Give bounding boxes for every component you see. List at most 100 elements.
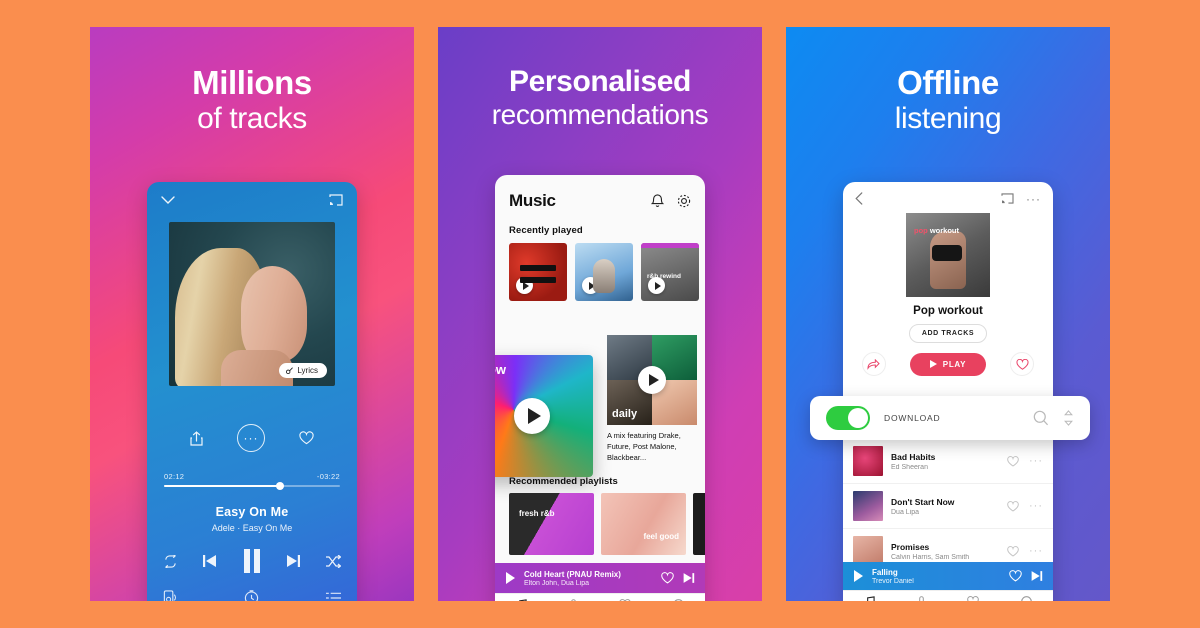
play-icon[interactable] [582,277,599,294]
play-icon[interactable] [505,572,516,584]
recently-played-tile-3[interactable]: r&b rewind [641,243,699,301]
mix-card-daily[interactable]: daily A mix featuring Drake, Future, Pos… [607,335,697,464]
heart-icon[interactable] [299,431,314,445]
section-recently-played: Recently played [509,225,583,236]
play-icon[interactable] [514,398,550,434]
search-icon[interactable] [1033,410,1049,426]
play-icon[interactable] [853,570,864,582]
add-tracks-button[interactable]: ADD TRACKS [908,324,988,343]
play-label: PLAY [942,359,967,369]
recently-played-row[interactable]: r&b rewind [495,243,705,301]
sort-updown-icon[interactable] [1063,410,1074,426]
playlist-fresh-rnb[interactable]: fresh r&b [509,492,594,555]
music-note-icon[interactable] [864,596,875,601]
playlist-dark[interactable] [693,492,705,555]
profile-circle-icon[interactable] [1021,596,1032,601]
transport-controls [147,549,357,573]
progress-slider[interactable] [164,482,340,490]
panel-1-headline: Millions of tracks [90,64,414,136]
heart-icon[interactable] [1007,545,1019,557]
progress-knob[interactable] [276,482,285,490]
speaker-icon[interactable] [163,590,177,601]
timer-icon[interactable] [244,590,259,601]
panel-offline-listening: Offline listening ··· pop workout Pop wo… [786,27,1110,601]
more-dots-icon[interactable]: ··· [1029,455,1043,467]
track-actions: ··· [1007,500,1043,512]
share-icon[interactable] [190,430,203,446]
play-icon [929,360,937,368]
home-header: Music [495,175,705,211]
heart-icon[interactable] [619,599,631,601]
track-artwork [853,446,883,476]
more-dots-icon[interactable]: ··· [1026,193,1041,205]
heart-icon[interactable] [1009,570,1022,582]
now-playing-artist: Elton John, Dua Lipa [524,579,589,587]
track-subtitle: Adele · Easy On Me [211,523,293,533]
panel-3-headline: Offline listening [786,64,1110,136]
heart-icon[interactable] [1007,500,1019,512]
profile-circle-icon[interactable] [673,599,684,601]
play-icon[interactable] [516,277,533,294]
flow-card[interactable]: flow [495,355,593,477]
bottom-tab-bar[interactable] [843,590,1053,601]
previous-icon[interactable] [202,554,218,568]
more-dots-icon[interactable]: ··· [1029,500,1043,512]
now-playing-title: Falling [872,567,898,577]
heart-icon[interactable] [661,572,674,584]
phone-mockup-playlist: ··· pop workout Pop workout ADD TRACKS P… [843,182,1053,601]
table-row[interactable]: Don't Start Now Dua Lipa ··· [843,484,1053,529]
bell-icon[interactable] [651,194,664,208]
recently-played-tile-1[interactable] [509,243,567,301]
page-title: Music [509,191,556,210]
lyrics-badge[interactable]: Lyrics [279,363,327,378]
recently-played-tile-2[interactable] [575,243,633,301]
player-action-row: ··· [147,424,357,452]
progress-section[interactable]: 02:12 -03:22 [164,472,340,490]
shuffle-icon[interactable] [325,554,341,568]
play-icon[interactable] [648,277,665,294]
now-playing-title: Cold Heart (PNAU Remix) [524,569,621,579]
bottom-tab-bar[interactable] [495,593,705,601]
repeat-icon[interactable] [163,554,178,568]
heart-icon[interactable] [967,596,980,601]
share-arrow-icon[interactable] [861,352,886,376]
track-title: Bad Habits [891,451,936,462]
cast-icon[interactable] [329,194,343,206]
next-icon[interactable] [285,554,301,568]
chevron-down-icon[interactable] [161,195,175,205]
player-top-bar [147,182,357,206]
header-icons [651,194,691,208]
music-note-icon[interactable] [516,599,527,601]
cast-icon[interactable] [1001,193,1014,204]
track-artist: Calvin Harris, Sam Smith [891,553,970,561]
microphone-icon[interactable] [569,598,578,601]
heart-icon[interactable] [1010,352,1035,376]
playlist-feel-good[interactable]: feel good [601,492,686,555]
pause-icon[interactable] [243,549,261,573]
download-toggle-bar[interactable]: DOWNLOAD [810,396,1090,440]
cover-figure-top [932,245,962,261]
next-icon[interactable] [1030,570,1043,582]
chevron-left-icon[interactable] [855,192,863,205]
heart-icon[interactable] [1007,455,1019,467]
recommended-playlists-row[interactable]: fresh r&b feel good [495,492,705,555]
playlist-cover: pop workout [906,213,990,297]
microphone-icon[interactable] [917,595,926,601]
play-icon[interactable] [638,366,666,394]
track-artist: Dua Lipa [891,508,920,516]
now-playing-bar[interactable]: Cold Heart (PNAU Remix) Elton John, Dua … [495,563,705,593]
lyrics-label: Lyrics [297,366,318,375]
track-text: Promises Calvin Harris, Sam Smith [891,542,999,561]
now-playing-bar[interactable]: Falling Trevor Daniel [843,562,1053,590]
play-button[interactable]: PLAY [909,352,987,376]
more-dots-icon[interactable]: ··· [1029,545,1043,557]
next-icon[interactable] [682,572,695,584]
headline-line-2: of tracks [197,101,307,135]
queue-list-icon[interactable] [326,592,341,602]
more-dots-icon[interactable]: ··· [237,424,265,452]
download-toggle[interactable] [826,406,870,430]
now-playing-artist: Trevor Daniel [872,577,914,585]
gear-icon[interactable] [677,194,691,208]
table-row[interactable]: Bad Habits Ed Sheeran ··· [843,439,1053,484]
track-title: Easy On Me [215,505,289,519]
